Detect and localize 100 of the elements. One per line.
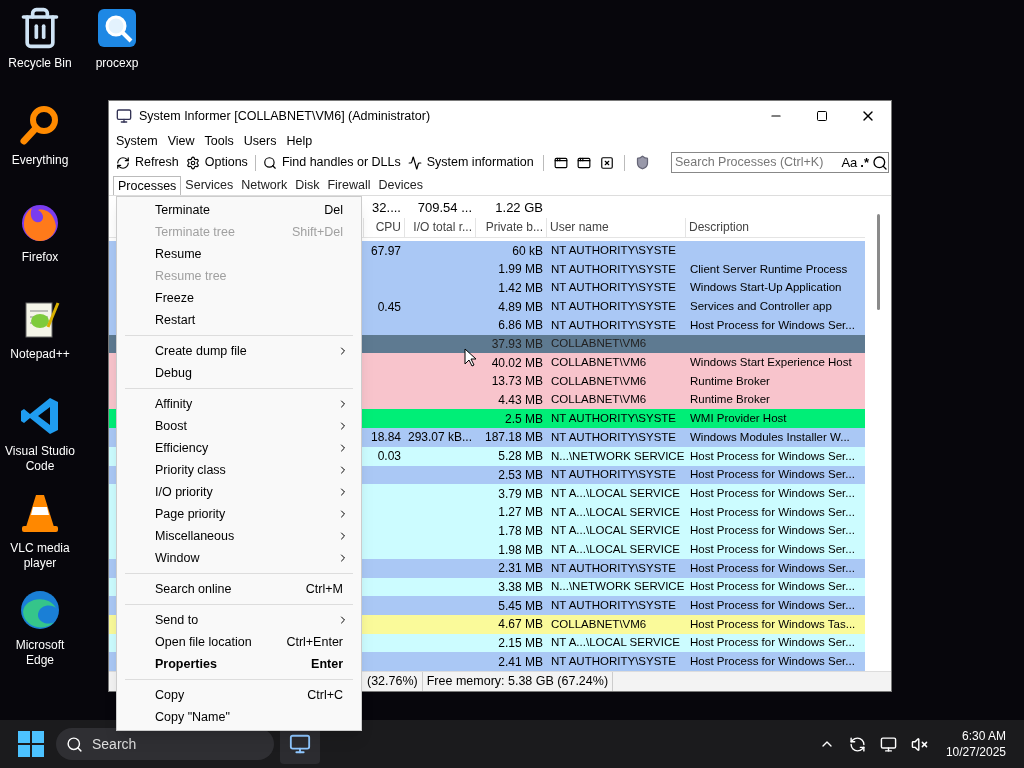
window-icon[interactable] [576,155,591,170]
toolbar-button[interactable]: Options [182,152,251,173]
shield-icon[interactable] [634,155,650,170]
table-cell-text: Host Process for Windows Ser... [689,542,856,557]
table-cell-text: COLLABNET\VM6 [550,616,648,632]
table-cell-text: 40.02 MB [490,354,544,372]
pointer-icon [464,348,476,367]
desktop-icon-label[interactable]: Microsoft Edge [2,638,78,668]
table-cell-text: 4.43 MB [497,392,544,410]
menu-bar-item[interactable]: Help [281,131,318,151]
column-header[interactable]: User name [546,217,685,238]
table-cell-text: Host Process for Windows Ser... [689,560,856,576]
table-cell-text: 5.28 MB [497,448,544,466]
table-cell-text: NT AUTHORITY\SYSTE [550,280,678,296]
tab[interactable]: Network [237,176,292,195]
monitor-icon [289,733,311,755]
desktop-icon-label[interactable]: Recycle Bin [2,56,78,71]
column-header[interactable]: CPU [363,217,404,238]
scrollbar-thumb[interactable] [876,214,880,310]
maximize-icon [816,110,828,122]
column-header[interactable]: Private b... [475,217,546,238]
table-cell-text: NT AUTHORITY\SYSTE [550,654,678,670]
taskbar-search[interactable]: Search [56,728,274,760]
menu-item[interactable]: Properties Enter [117,653,361,675]
table-cell-text: NT AUTHORITY\SYSTE [550,243,678,258]
clock[interactable]: 6:30 AM 10/27/2025 [945,728,1006,760]
menu-item[interactable]: Copy "Name" [117,706,361,728]
monitor-icon[interactable] [879,735,897,753]
match-case-toggle[interactable]: Aa [841,152,858,173]
table-cell-text: 37.93 MB [490,336,544,354]
tab[interactable]: Processes [113,176,182,195]
table-cell-text: NT A...\LOCAL SERVICE [550,542,681,557]
column-header[interactable]: I/O total r... [404,217,475,238]
table-cell-text: 0.03 [376,448,402,466]
window-icon[interactable] [553,155,568,170]
table-cell-text: Windows Start-Up Application [689,280,843,296]
desktop-icon-label[interactable]: Visual Studio Code [2,444,78,474]
magnifier-window-icon [95,6,139,50]
menu-bar-item[interactable]: Users [238,131,282,151]
table-cell-text: 2.31 MB [497,560,544,578]
table-cell-text: COLLABNET\VM6 [550,336,648,352]
table-cell-text: 293.07 kB... [406,429,473,447]
table-cell-text: N...\NETWORK SERVICE [550,579,685,595]
tab[interactable]: Services [181,176,238,195]
table-cell-text: Host Process for Windows Ser... [689,485,856,501]
table-cell-text: NT AUTHORITY\SYSTE [550,411,678,427]
status-text: (32.76%) [363,672,423,691]
table-cell-text: 18.84 [369,429,402,447]
table-cell-text: NT AUTHORITY\SYSTE [550,467,678,483]
column-total: 1.22 GB [494,199,544,218]
menu-item[interactable]: Terminate Del [117,199,361,221]
desktop-icon-label[interactable]: Notepad++ [2,347,78,362]
table-cell-text: 6.86 MB [497,317,544,335]
sync-icon[interactable] [848,735,866,753]
table-cell-text: COLLABNET\VM6 [550,373,648,389]
table-cell-text: 2.5 MB [504,410,544,428]
desktop-icon-label[interactable]: procexp [79,56,155,71]
desktop-icon-label[interactable]: Firefox [2,250,78,265]
table-cell-text: NT A...\LOCAL SERVICE [550,504,681,520]
table-cell-text: Host Process for Windows Ser... [689,448,856,464]
toolbar-button[interactable]: Refresh [113,152,182,173]
desktop-icon-label[interactable]: VLC media player [2,541,78,571]
start-icon[interactable] [18,731,44,757]
toolbar-button[interactable]: System information [404,152,537,173]
regex-toggle[interactable]: .* [860,152,869,173]
refresh-icon [116,155,130,170]
mute-icon[interactable] [910,735,928,753]
column-header[interactable]: Description [685,217,865,238]
table-cell-text: 60 kB [511,242,544,260]
table-cell-text: 2.15 MB [497,635,544,653]
desktop-icon-label[interactable]: Everything [2,153,78,168]
table-cell-text: COLLABNET\VM6 [550,355,648,371]
table-cell-text: NT AUTHORITY\SYSTE [550,261,678,277]
column-total: 709.54 ... [416,199,473,218]
table-cell-text: NT AUTHORITY\SYSTE [550,560,678,576]
tab[interactable]: Firewall [323,176,375,195]
table-cell-text: WMI Provider Host [689,411,788,427]
table-cell-text: NT A...\LOCAL SERVICE [550,635,681,651]
column-total: 32.... [371,199,402,218]
table-cell-text: Host Process for Windows Ser... [689,317,856,333]
menu-item[interactable]: Copy Ctrl+C [117,684,361,706]
close-box-icon[interactable] [599,155,614,170]
table-cell-text: Host Process for Windows Ser... [689,635,856,651]
menu-bar-item[interactable]: View [162,131,200,151]
table-cell-text: 2.53 MB [497,466,544,484]
table-cell-text: Host Process for Windows Ser... [689,504,856,520]
search-icon[interactable] [872,154,888,171]
table-cell-text: NT A...\LOCAL SERVICE [550,523,681,539]
menu-bar-item[interactable]: System [111,131,163,151]
menu-item[interactable]: Open file location Ctrl+Enter [117,631,361,653]
table-cell-text: 4.89 MB [497,298,544,316]
toolbar-button[interactable]: Find handles or DLLs [259,152,404,173]
table-cell-text: NT AUTHORITY\SYSTE [550,429,678,445]
tab[interactable]: Devices [374,176,427,195]
menu-bar-item[interactable]: Tools [199,131,239,151]
table-cell-text: 3.79 MB [497,485,544,503]
table-cell-text: Host Process for Windows Ser... [689,598,856,614]
pulse-icon [407,155,422,170]
search-field[interactable]: Search Processes (Ctrl+K) Aa .* [671,152,889,173]
tab[interactable]: Disk [291,176,324,195]
